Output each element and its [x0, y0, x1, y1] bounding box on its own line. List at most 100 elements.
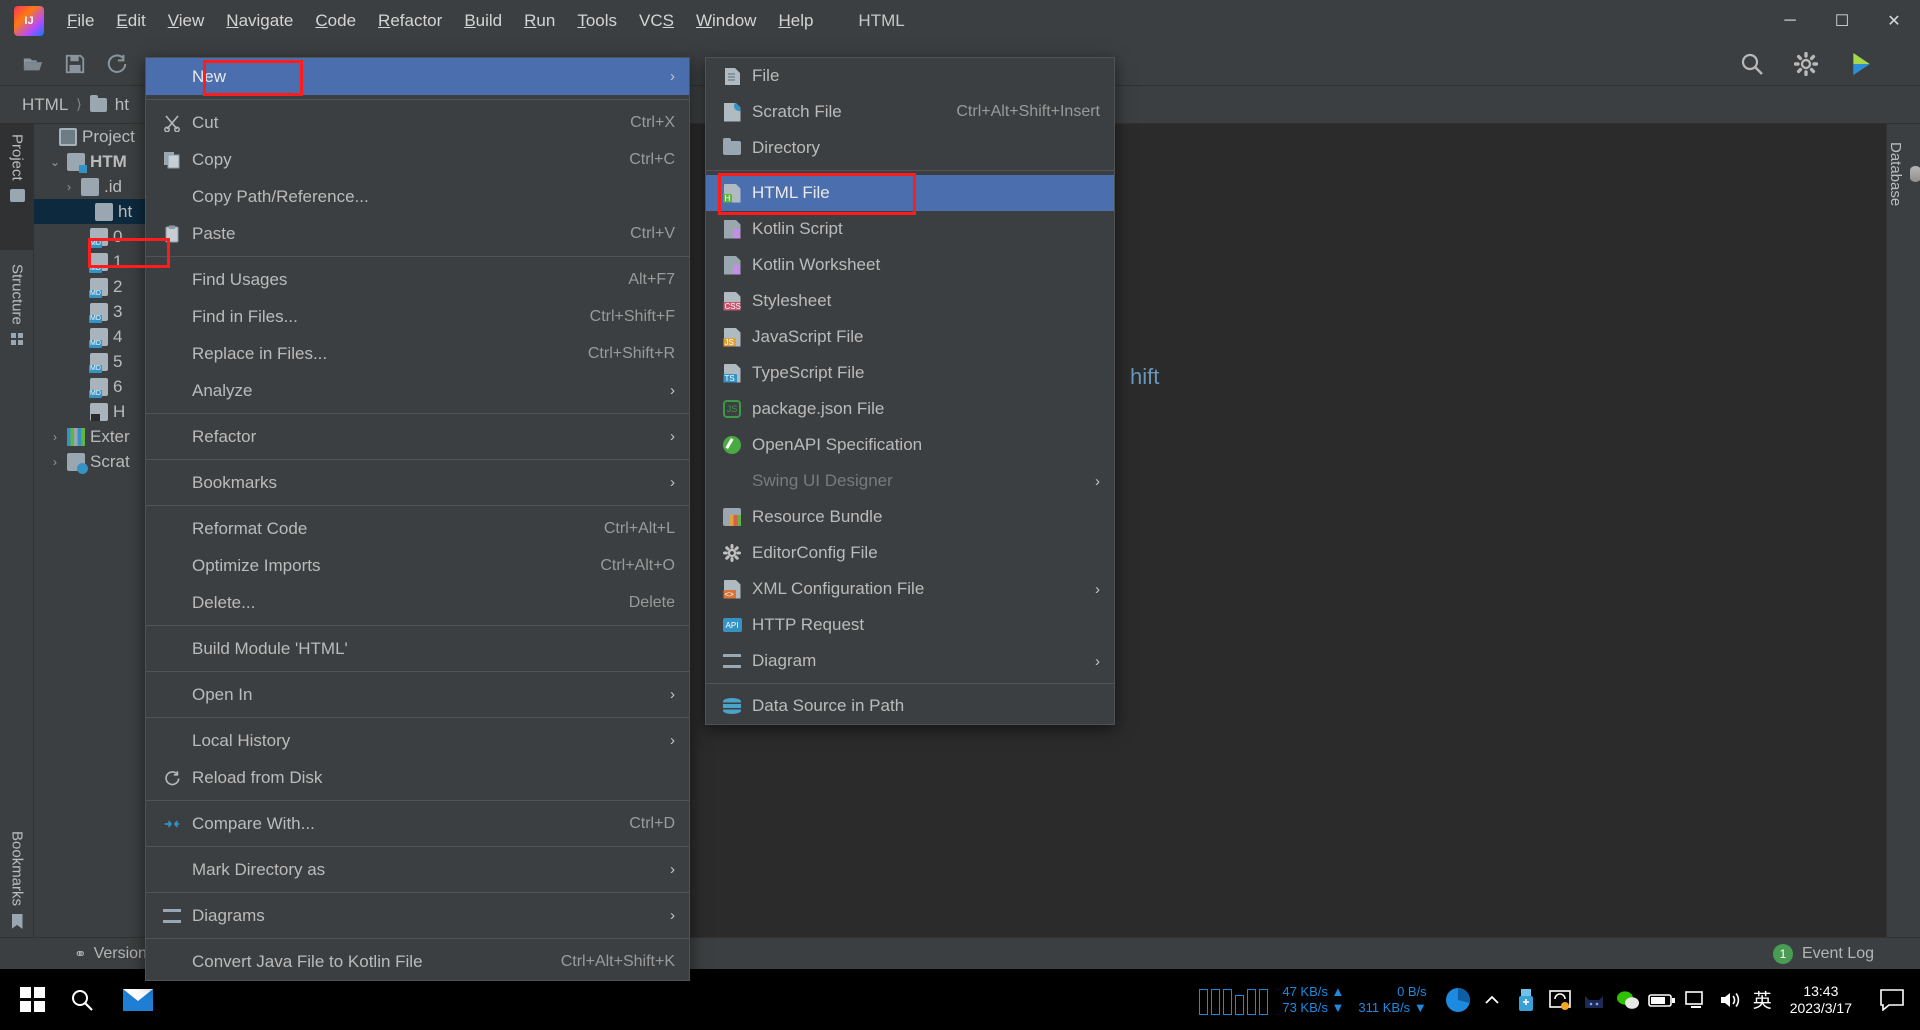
cat-app-icon[interactable]: [1577, 969, 1611, 1030]
menu-navigate[interactable]: Navigate: [215, 7, 304, 35]
taskbar-mail-button[interactable]: [110, 978, 166, 1022]
context-menu-item-analyze[interactable]: Analyze ›: [146, 372, 689, 409]
maximize-button[interactable]: ☐: [1816, 0, 1868, 42]
tree-row-md-6[interactable]: 6: [34, 374, 159, 399]
menu-help[interactable]: Help: [767, 7, 824, 35]
screenshot-tool-icon[interactable]: [1543, 969, 1577, 1030]
menu-tools[interactable]: Tools: [566, 7, 628, 35]
tree-row-html[interactable]: H: [34, 399, 159, 424]
save-icon[interactable]: [64, 53, 86, 75]
context-menu-item-find-usages[interactable]: Find Usages Alt+F7: [146, 261, 689, 298]
tree-row-md-5[interactable]: 5: [34, 349, 159, 374]
submenu-item-kotlin-script[interactable]: Kotlin Script: [706, 211, 1114, 247]
taskbar-clock[interactable]: 13:43 2023/3/17: [1790, 983, 1852, 1017]
context-menu-item-build-module[interactable]: Build Module 'HTML': [146, 630, 689, 667]
chevron-right-icon[interactable]: ›: [62, 180, 76, 194]
submenu-item-javascript-file[interactable]: JS JavaScript File: [706, 319, 1114, 355]
menu-refactor[interactable]: Refactor: [367, 7, 453, 35]
tree-row-md-1[interactable]: 1: [34, 249, 159, 274]
submenu-item-directory[interactable]: Directory: [706, 130, 1114, 166]
user-avatar-icon[interactable]: [1848, 51, 1874, 77]
tree-row-project[interactable]: Project: [34, 124, 159, 149]
tree-row-md-3[interactable]: 3: [34, 299, 159, 324]
minimize-button[interactable]: ─: [1764, 0, 1816, 42]
open-folder-icon[interactable]: [22, 53, 44, 75]
context-menu-item-mark-directory-as[interactable]: Mark Directory as ›: [146, 851, 689, 888]
ime-indicator[interactable]: 英: [1753, 986, 1772, 1013]
menu-run[interactable]: Run: [513, 7, 566, 35]
tree-row-idea[interactable]: › .id: [34, 174, 159, 199]
menu-view[interactable]: View: [157, 7, 216, 35]
context-menu-item-delete[interactable]: Delete... Delete: [146, 584, 689, 621]
menu-file[interactable]: File: [56, 7, 105, 35]
submenu-item-openapi-spec[interactable]: OpenAPI Specification: [706, 427, 1114, 463]
context-menu-item-reload-from-disk[interactable]: Reload from Disk: [146, 759, 689, 796]
sidebar-item-project[interactable]: Project: [0, 124, 34, 250]
chevron-right-icon[interactable]: ›: [48, 430, 62, 444]
start-button[interactable]: [10, 978, 54, 1022]
submenu-item-stylesheet[interactable]: CSS Stylesheet: [706, 283, 1114, 319]
menu-code[interactable]: Code: [304, 7, 367, 35]
submenu-item-resource-bundle[interactable]: Resource Bundle: [706, 499, 1114, 535]
context-menu-item-refactor[interactable]: Refactor ›: [146, 418, 689, 455]
context-menu-item-diagrams[interactable]: Diagrams ›: [146, 897, 689, 934]
submenu-item-http-request[interactable]: API HTTP Request: [706, 607, 1114, 643]
context-menu-item-optimize-imports[interactable]: Optimize Imports Ctrl+Alt+O: [146, 547, 689, 584]
context-menu-item-cut[interactable]: Cut Ctrl+X: [146, 104, 689, 141]
battery-icon[interactable]: [1645, 969, 1679, 1030]
context-menu-item-convert-java-to-kotlin[interactable]: Convert Java File to Kotlin File Ctrl+Al…: [146, 943, 689, 980]
sync-refresh-icon[interactable]: [106, 53, 128, 75]
submenu-item-scratch-file[interactable]: Scratch File Ctrl+Alt+Shift+Insert: [706, 94, 1114, 130]
menu-build[interactable]: Build: [453, 7, 513, 35]
show-hidden-icons-chevron-icon[interactable]: [1475, 969, 1509, 1030]
tree-row-module[interactable]: ⌄ HTM: [34, 149, 159, 174]
menu-vcs[interactable]: VCS: [628, 7, 685, 35]
network-monitor-widget[interactable]: 47 KB/s ▲ 73 KB/s ▼ 0 B/s 311 KB/s ▼: [1199, 984, 1427, 1016]
submenu-item-data-source-in-path[interactable]: Data Source in Path: [706, 688, 1114, 724]
context-menu-item-reformat-code[interactable]: Reformat Code Ctrl+Alt+L: [146, 510, 689, 547]
context-menu-item-replace-in-files[interactable]: Replace in Files... Ctrl+Shift+R: [146, 335, 689, 372]
tree-row-md-4[interactable]: 4: [34, 324, 159, 349]
taskbar-search-button[interactable]: [54, 978, 110, 1022]
submenu-item-typescript-file[interactable]: TS TypeScript File: [706, 355, 1114, 391]
submenu-item-diagram[interactable]: Diagram ›: [706, 643, 1114, 679]
context-menu-item-copy-path[interactable]: Copy Path/Reference...: [146, 178, 689, 215]
tree-row-scratches[interactable]: › Scrat: [34, 449, 159, 474]
menu-window[interactable]: Window: [685, 7, 767, 35]
context-menu-item-local-history[interactable]: Local History ›: [146, 722, 689, 759]
breadcrumb-project[interactable]: HTML: [22, 95, 68, 115]
tree-row-md-0[interactable]: 0: [34, 224, 159, 249]
submenu-item-package-json[interactable]: JS package.json File: [706, 391, 1114, 427]
volume-icon[interactable]: [1713, 969, 1747, 1030]
display-settings-icon[interactable]: [1679, 969, 1713, 1030]
context-menu-item-find-in-files[interactable]: Find in Files... Ctrl+Shift+F: [146, 298, 689, 335]
notifications-icon[interactable]: [1864, 969, 1920, 1030]
context-menu-item-paste[interactable]: Paste Ctrl+V: [146, 215, 689, 252]
tree-row-ht-selected[interactable]: ht: [34, 199, 159, 224]
menu-edit[interactable]: Edit: [105, 7, 156, 35]
disk-usage-icon[interactable]: [1441, 969, 1475, 1030]
context-menu-item-new[interactable]: New ›: [146, 58, 689, 95]
tree-row-md-2[interactable]: 2: [34, 274, 159, 299]
submenu-item-xml-configuration-file[interactable]: <> XML Configuration File ›: [706, 571, 1114, 607]
breadcrumb-path[interactable]: ht: [115, 95, 129, 115]
wechat-icon[interactable]: [1611, 969, 1645, 1030]
sidebar-item-bookmarks[interactable]: Bookmarks: [0, 821, 34, 951]
submenu-item-html-file[interactable]: H HTML File: [706, 175, 1114, 211]
context-menu-item-copy[interactable]: Copy Ctrl+C: [146, 141, 689, 178]
chevron-right-icon[interactable]: ›: [48, 455, 62, 469]
chevron-down-icon[interactable]: ⌄: [48, 155, 62, 169]
usb-device-icon[interactable]: [1509, 969, 1543, 1030]
submenu-item-editorconfig-file[interactable]: EditorConfig File: [706, 535, 1114, 571]
submenu-item-file[interactable]: File: [706, 58, 1114, 94]
submenu-item-kotlin-worksheet[interactable]: Kotlin Worksheet: [706, 247, 1114, 283]
sidebar-item-database[interactable]: Database: [1887, 142, 1920, 206]
context-menu-item-compare-with[interactable]: Compare With... Ctrl+D: [146, 805, 689, 842]
search-icon[interactable]: [1740, 52, 1764, 76]
event-log-widget[interactable]: 1 Event Log: [1772, 943, 1874, 964]
close-button[interactable]: ✕: [1868, 0, 1920, 42]
context-menu-item-open-in[interactable]: Open In ›: [146, 676, 689, 713]
gear-settings-icon[interactable]: [1794, 51, 1818, 76]
tree-row-external-libraries[interactable]: › Exter: [34, 424, 159, 449]
context-menu-item-bookmarks[interactable]: Bookmarks ›: [146, 464, 689, 501]
